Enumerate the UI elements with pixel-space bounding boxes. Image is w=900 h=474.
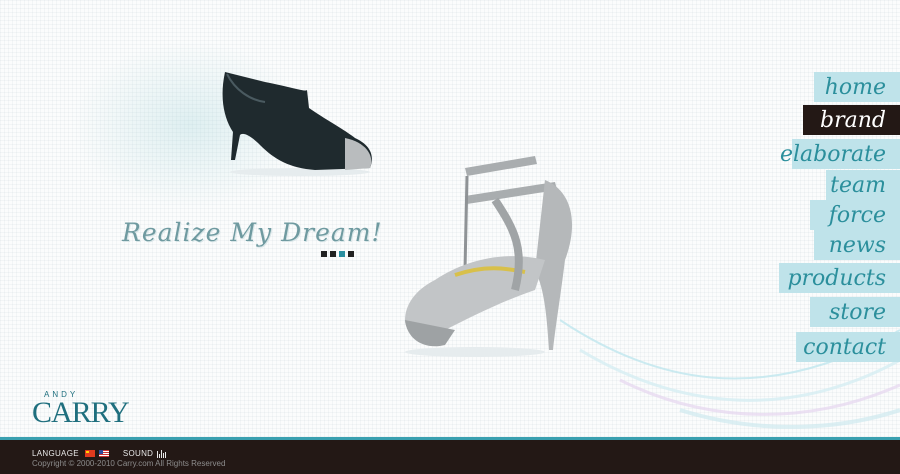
slide-dot[interactable] bbox=[330, 251, 336, 257]
china-flag-icon[interactable] bbox=[84, 450, 95, 457]
language-label: LANGUAGE bbox=[32, 449, 79, 458]
hero-slogan: Realize My Dream! bbox=[122, 218, 383, 247]
nav-brand[interactable]: brand bbox=[803, 105, 900, 135]
ankle-boot-image bbox=[222, 72, 372, 176]
slide-dot-active[interactable] bbox=[339, 251, 345, 257]
nav-force[interactable]: force bbox=[810, 200, 900, 230]
nav-news[interactable]: news bbox=[814, 230, 900, 260]
copyright-text: Copyright © 2000-2010 Carry.com All Righ… bbox=[32, 459, 226, 468]
logo-main-text: CARRY bbox=[32, 396, 130, 429]
nav-contact[interactable]: contact bbox=[796, 332, 900, 362]
slide-dot[interactable] bbox=[348, 251, 354, 257]
sound-bars-icon[interactable] bbox=[157, 449, 167, 458]
nav-products[interactable]: products bbox=[779, 263, 900, 293]
usa-flag-icon[interactable] bbox=[98, 450, 109, 457]
nav-home[interactable]: home bbox=[814, 72, 900, 102]
slide-indicator bbox=[321, 251, 354, 257]
footer-controls: LANGUAGE SOUND bbox=[32, 449, 167, 458]
slide-dot[interactable] bbox=[321, 251, 327, 257]
footer: LANGUAGE SOUND Copyright © 2000-2010 Car… bbox=[0, 440, 900, 474]
nav-team[interactable]: team bbox=[826, 170, 900, 200]
sandal-image bbox=[405, 156, 573, 357]
nav-store[interactable]: store bbox=[810, 297, 900, 327]
nav-elaborate[interactable]: elaborate bbox=[780, 139, 900, 169]
sound-label: SOUND bbox=[122, 449, 154, 458]
